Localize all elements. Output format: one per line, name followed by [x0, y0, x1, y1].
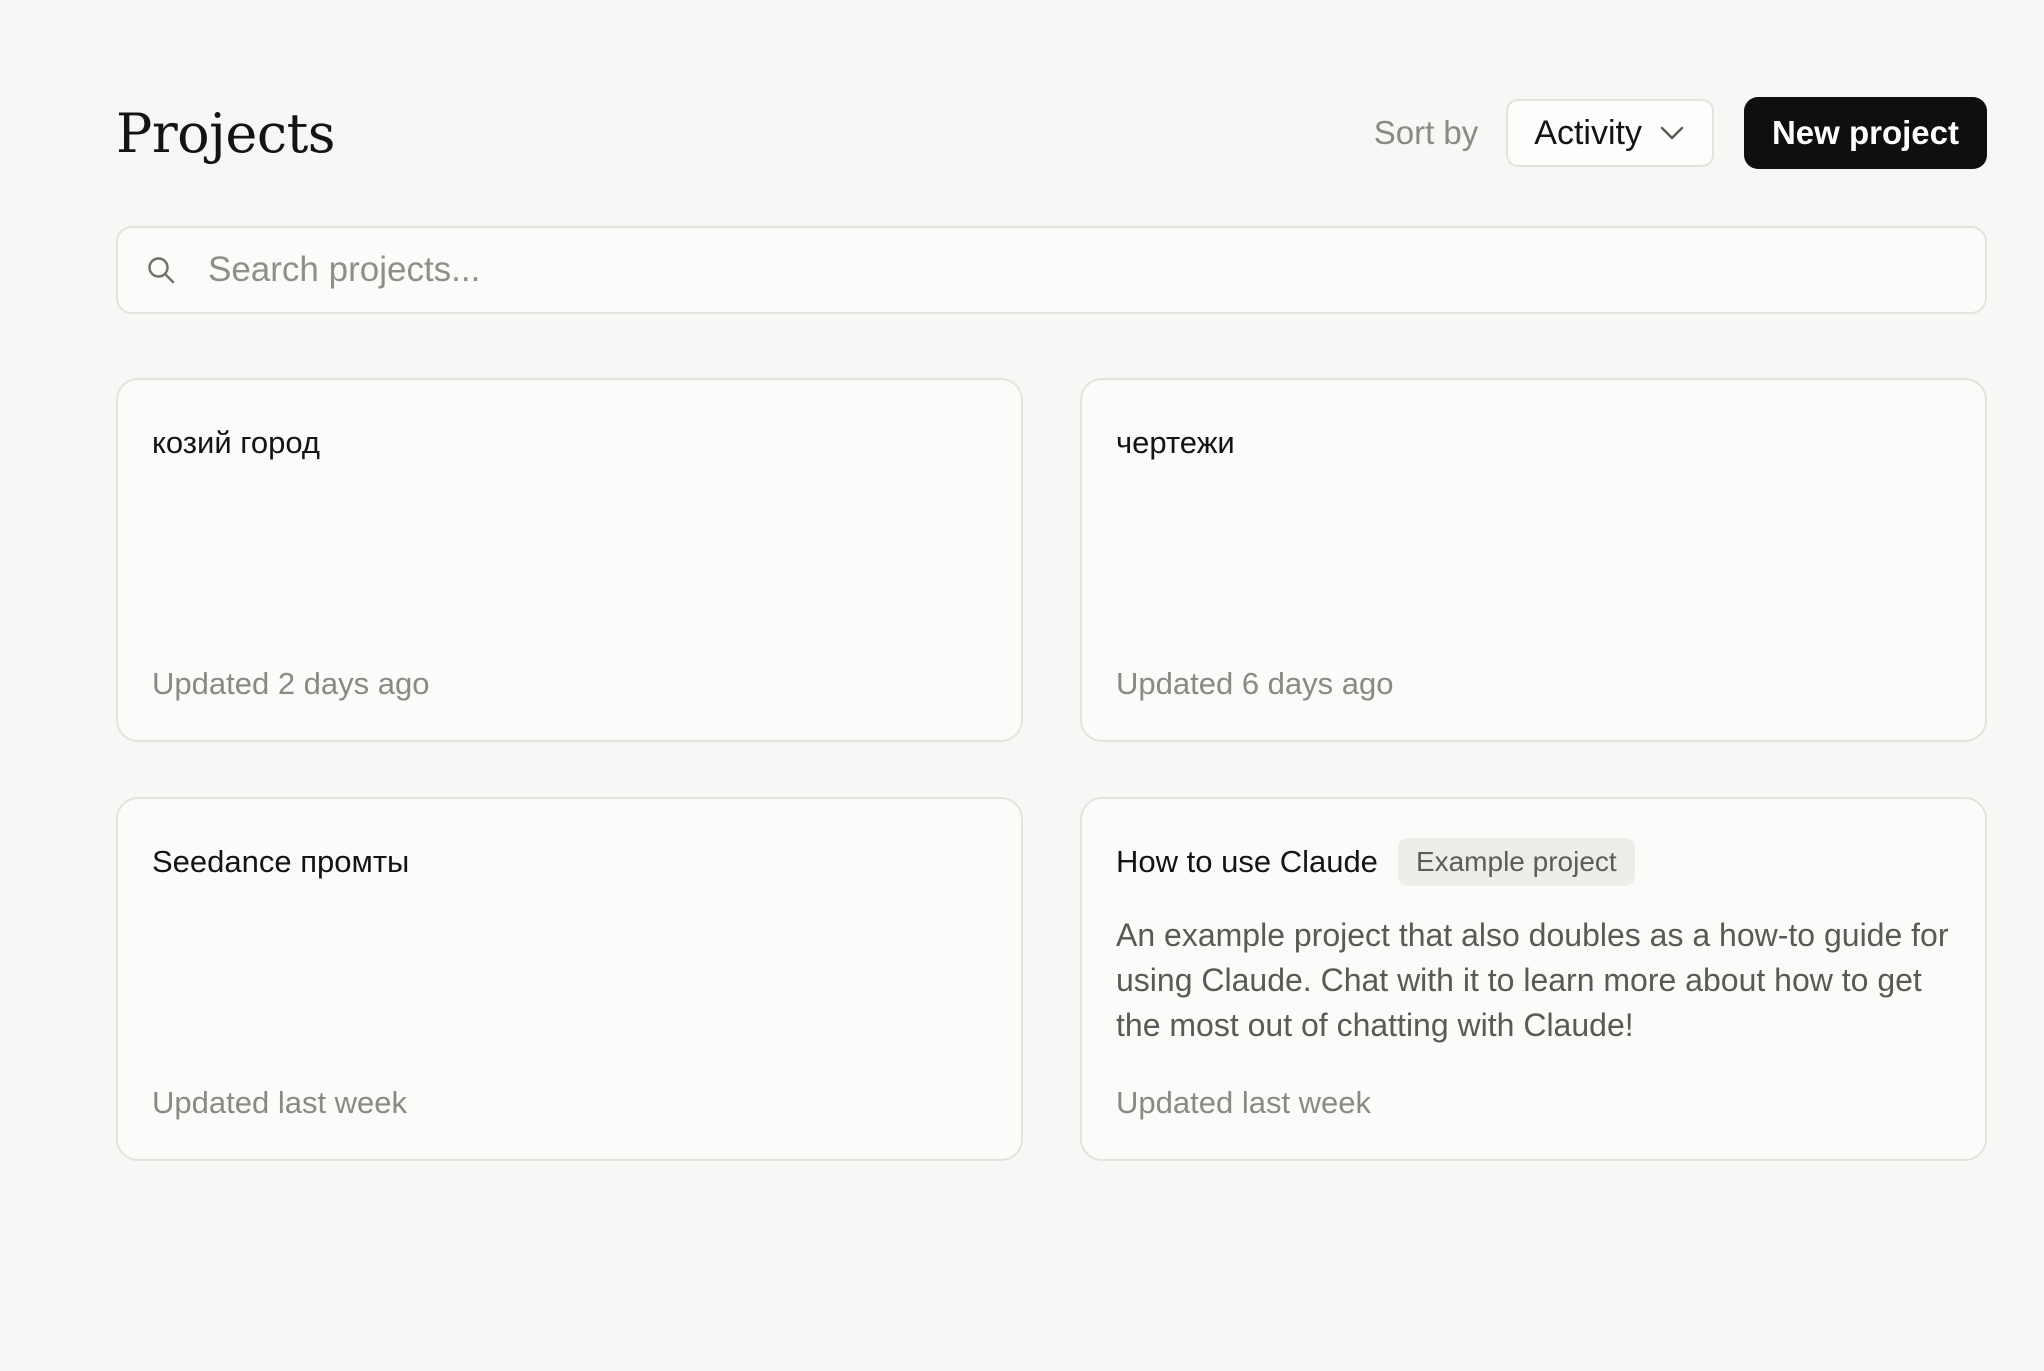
- project-updated: Updated 2 days ago: [152, 666, 430, 701]
- chevron-down-icon: [1660, 126, 1684, 140]
- card-title-row: козий город: [152, 418, 987, 468]
- project-card[interactable]: чертежи Updated 6 days ago: [1080, 378, 1987, 742]
- projects-grid: козий город Updated 2 days ago чертежи U…: [116, 378, 1987, 1161]
- page-header: Projects Sort by Activity New project: [116, 95, 1987, 171]
- example-project-badge: Example project: [1397, 838, 1635, 886]
- card-title-row: чертежи: [1116, 418, 1951, 468]
- search-icon: [146, 255, 176, 285]
- projects-page: Projects Sort by Activity New project Se…: [116, 95, 1987, 1161]
- project-updated: Updated 6 days ago: [1116, 666, 1394, 701]
- sort-select-value: Activity: [1534, 113, 1642, 152]
- project-card[interactable]: козий город Updated 2 days ago: [116, 378, 1023, 742]
- project-card[interactable]: Seedance промты Updated last week: [116, 797, 1023, 1161]
- project-title: How to use Claude: [1116, 844, 1378, 879]
- sort-by-label: Sort by: [1373, 114, 1479, 151]
- project-updated: Updated last week: [1116, 1085, 1372, 1120]
- project-title: козий город: [152, 425, 321, 460]
- search-input[interactable]: [206, 249, 1985, 291]
- card-title-row: Seedance промты: [152, 837, 987, 887]
- sort-select[interactable]: Activity: [1506, 99, 1714, 167]
- search-box[interactable]: [116, 226, 1987, 314]
- project-card[interactable]: How to use Claude Example project An exa…: [1080, 797, 1987, 1161]
- card-title-row: How to use Claude Example project: [1116, 837, 1951, 887]
- project-updated: Updated last week: [152, 1085, 408, 1120]
- project-title: Seedance промты: [152, 844, 410, 879]
- new-project-button[interactable]: New project: [1743, 97, 1987, 169]
- header-controls: Sort by Activity New project: [1374, 97, 1987, 169]
- project-description: An example project that also doubles as …: [1116, 917, 1949, 1043]
- project-title: чертежи: [1116, 425, 1235, 460]
- page-title: Projects: [116, 101, 336, 165]
